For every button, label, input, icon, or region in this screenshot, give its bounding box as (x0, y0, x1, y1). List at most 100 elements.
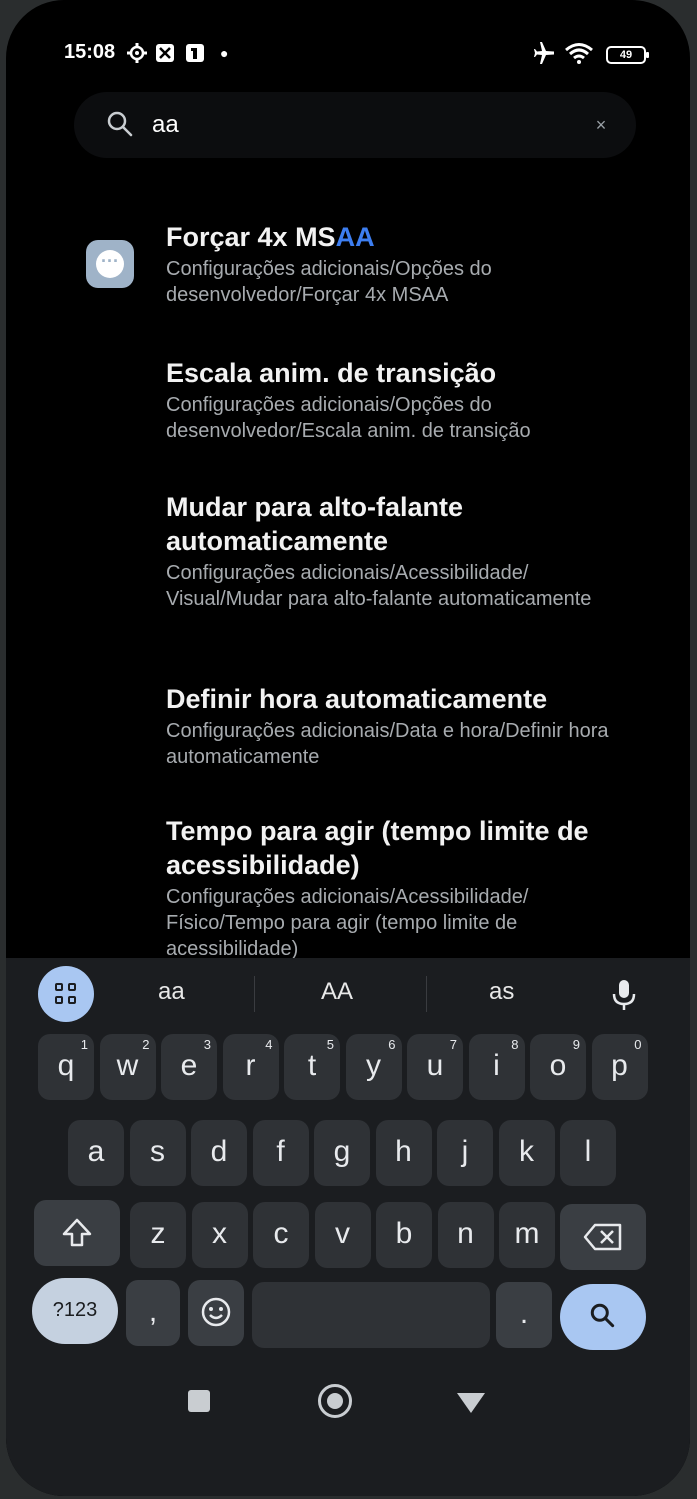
key-c[interactable]: c (253, 1202, 309, 1268)
key-label: z (150, 1217, 166, 1250)
emoji-key[interactable] (188, 1280, 244, 1346)
key-z[interactable]: z (130, 1202, 186, 1268)
backspace-key[interactable] (560, 1204, 646, 1270)
key-label: i (493, 1049, 500, 1082)
key-i[interactable]: i8 (468, 1034, 525, 1100)
result-item[interactable]: Tempo para agir (tempo limite de acessib… (166, 814, 636, 960)
result-path: Configurações adicionais/Data e hora/Def… (166, 720, 609, 768)
key-label: p (611, 1049, 628, 1082)
key-p[interactable]: p0 (591, 1034, 648, 1100)
more-icon: ··· (96, 250, 124, 278)
search-input[interactable]: aa (152, 111, 179, 139)
airplane-icon (532, 42, 556, 64)
key-number-hint: 2 (142, 1037, 150, 1052)
suggestion-1[interactable]: aa (158, 978, 185, 1006)
key-label: b (395, 1217, 413, 1250)
period-key[interactable]: . (496, 1282, 552, 1348)
result-item[interactable]: Definir hora automaticamente Configuraçõ… (166, 682, 636, 770)
puzzle-icon (154, 42, 176, 64)
key-label: o (549, 1049, 567, 1082)
key-h[interactable]: h (375, 1120, 432, 1186)
space-key[interactable] (252, 1282, 490, 1348)
result-item[interactable]: Forçar 4x MSAA Configurações adicionais/… (166, 220, 636, 308)
shift-key[interactable] (34, 1200, 120, 1266)
key-number-hint: 0 (634, 1037, 642, 1052)
key-t[interactable]: t5 (284, 1034, 340, 1100)
clear-icon[interactable]: × (590, 114, 612, 136)
result-path: Configurações adicionais/Acessibilidade/… (166, 562, 592, 610)
result-title-text: Forçar 4x MS (166, 222, 336, 252)
key-label: v (335, 1217, 350, 1250)
dot-icon: ● (220, 45, 229, 61)
key-label: m (514, 1217, 540, 1250)
result-title: Tempo para agir (tempo limite de acessib… (166, 816, 589, 880)
settings-app-icon: ··· (86, 240, 134, 288)
battery-icon: 49 (606, 46, 649, 64)
key-m[interactable]: m (499, 1202, 555, 1268)
key-w[interactable]: w2 (99, 1034, 156, 1100)
result-item[interactable]: Mudar para alto-falante automaticamente … (166, 490, 636, 612)
apps-grid-icon[interactable] (38, 966, 94, 1022)
key-number-hint: 9 (572, 1037, 580, 1052)
status-bar: 15:08 ● 49 (6, 36, 690, 72)
settings-icon (126, 42, 148, 64)
key-s[interactable]: s (129, 1120, 186, 1186)
search-bar[interactable]: aa × (74, 92, 636, 158)
key-b[interactable]: b (376, 1202, 432, 1268)
search-icon (106, 110, 134, 143)
key-label: f (276, 1135, 285, 1168)
result-title: Definir hora automaticamente (166, 684, 548, 714)
key-y[interactable]: y6 (345, 1034, 402, 1100)
key-a[interactable]: a (68, 1120, 124, 1186)
result-title: Mudar para alto-falante automaticamente (166, 492, 464, 556)
result-title: Forçar 4x MSAA (166, 220, 636, 254)
key-l[interactable]: l (560, 1120, 616, 1186)
key-v[interactable]: v (314, 1202, 371, 1268)
navigation-bar (6, 1368, 690, 1438)
recents-button[interactable] (188, 1390, 210, 1412)
key-d[interactable]: d (191, 1120, 247, 1186)
key-number-hint: 1 (80, 1037, 88, 1052)
key-number-hint: 5 (326, 1037, 334, 1052)
phone-screen: 15:08 ● 49 aa × ··· Forçar 4x MSAA Confi… (6, 0, 690, 1496)
key-x[interactable]: x (191, 1202, 248, 1268)
key-label: s (150, 1135, 165, 1168)
key-label: q (57, 1049, 75, 1082)
key-k[interactable]: k (498, 1120, 555, 1186)
key-label: d (210, 1135, 228, 1168)
status-time: 15:08 (64, 41, 116, 63)
notification-icon (184, 42, 206, 64)
wifi-icon (564, 42, 594, 64)
key-u[interactable]: u7 (407, 1034, 463, 1100)
key-label: k (519, 1135, 534, 1168)
home-button[interactable] (318, 1384, 352, 1418)
microphone-icon[interactable] (602, 972, 646, 1016)
key-g[interactable]: g (314, 1120, 370, 1186)
symbols-key[interactable]: ?123 (32, 1278, 118, 1344)
key-number-hint: 3 (203, 1037, 211, 1052)
key-e[interactable]: e3 (161, 1034, 217, 1100)
result-path: Configurações adicionais/Acessibilidade/… (166, 886, 529, 960)
key-label: c (273, 1217, 289, 1250)
suggestion-3[interactable]: as (489, 978, 514, 1006)
key-o[interactable]: o9 (530, 1034, 586, 1100)
key-number-hint: 6 (388, 1037, 396, 1052)
key-j[interactable]: j (437, 1120, 493, 1186)
result-item[interactable]: Escala anim. de transição Configurações … (166, 356, 636, 444)
result-title-highlight: AA (335, 222, 375, 252)
key-label: t (307, 1049, 317, 1082)
result-path: Configurações adicionais/Opções do desen… (166, 258, 492, 306)
key-q[interactable]: q1 (38, 1034, 94, 1100)
key-label: l (584, 1135, 592, 1168)
back-button[interactable] (456, 1392, 486, 1419)
comma-key[interactable]: , (126, 1280, 180, 1346)
key-f[interactable]: f (252, 1120, 309, 1186)
key-n[interactable]: n (437, 1202, 494, 1268)
key-label: r (245, 1049, 256, 1082)
key-r[interactable]: r4 (222, 1034, 279, 1100)
key-label: g (333, 1135, 351, 1168)
key-number-hint: 7 (449, 1037, 457, 1052)
result-path: Configurações adicionais/Opções do desen… (166, 394, 531, 442)
search-enter-key[interactable] (560, 1284, 646, 1350)
suggestion-2[interactable]: AA (321, 978, 353, 1006)
